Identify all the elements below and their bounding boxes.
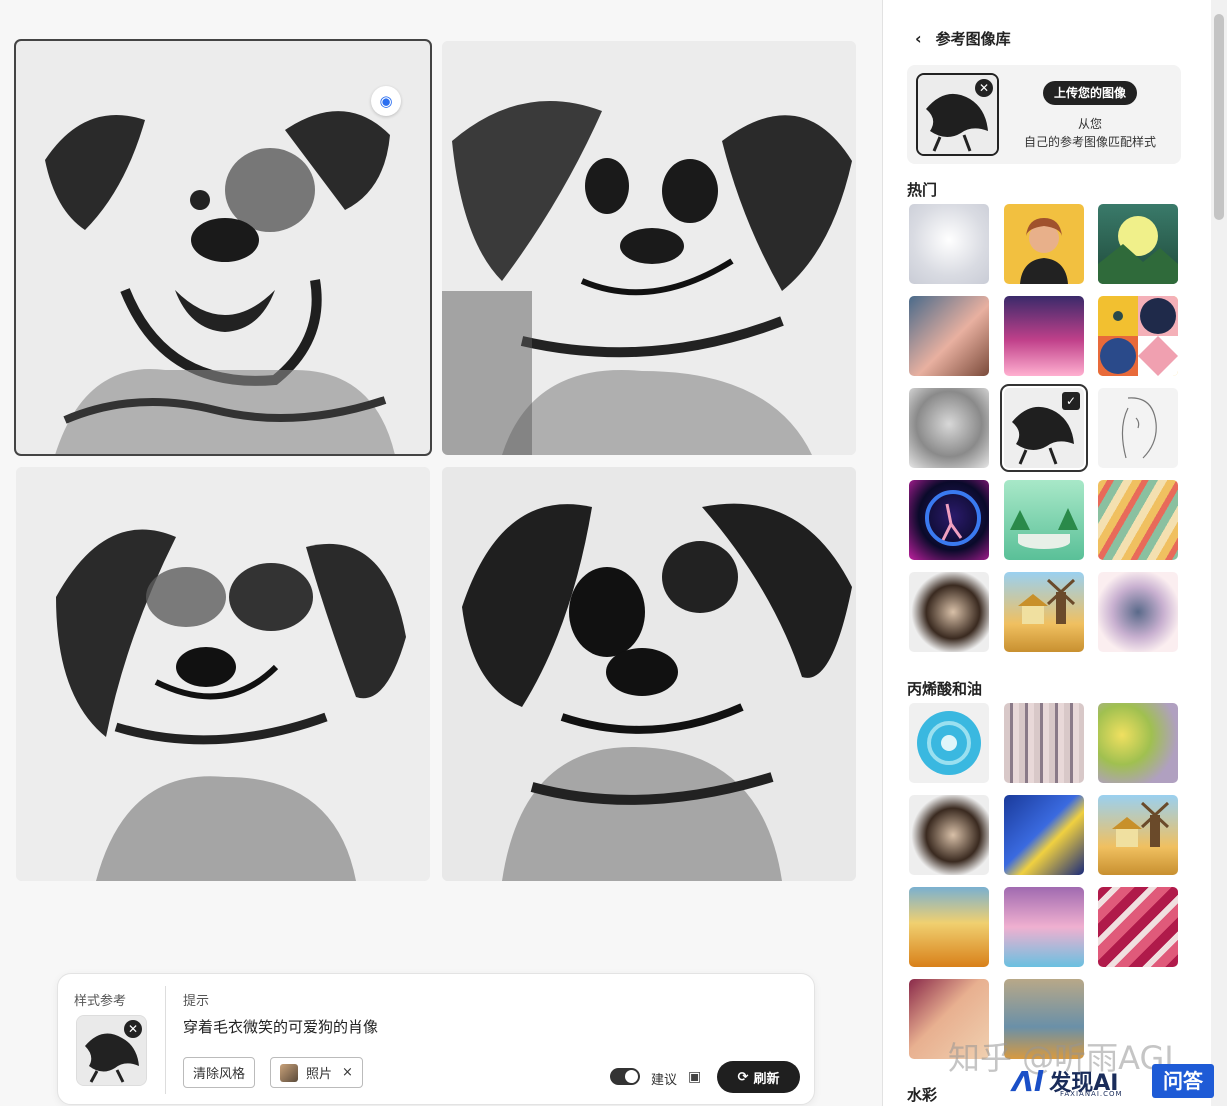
reference-gallery-panel: ‹ 参考图像库 ✕ 上传您的图像 从您 自己的参考图像匹配样式 热门 ✓ 丙烯酸… <box>882 0 1227 1106</box>
avatar-illustration <box>1020 218 1068 284</box>
panel-header: ‹ 参考图像库 <box>915 28 1011 49</box>
scan-target-icon[interactable]: ◉ <box>371 86 401 116</box>
selected-check-icon: ✓ <box>1062 392 1080 410</box>
photo-chip-close-icon[interactable]: × <box>342 1065 353 1080</box>
style-ref-thumbnail[interactable]: ✕ <box>76 1015 147 1086</box>
refresh-icon: ⟳ <box>737 1069 749 1085</box>
ai-logo-icon: Λl <box>1012 1064 1044 1098</box>
suggest-toggle[interactable] <box>610 1068 640 1085</box>
gallery-item-flowers-oil[interactable] <box>1098 703 1178 783</box>
gallery-item-windmill[interactable] <box>1004 572 1084 652</box>
photo-chip[interactable]: 照片 × <box>270 1057 363 1088</box>
section-title-watercolor: 水彩 <box>907 1086 938 1104</box>
section-title-acrylic-oil: 丙烯酸和油 <box>907 680 983 698</box>
suggest-label: 建议 <box>651 1073 678 1088</box>
geometric-illustration <box>1098 296 1178 376</box>
result-tile-2[interactable] <box>442 41 856 455</box>
gallery-item-neon-dancer[interactable] <box>909 480 989 560</box>
gallery-item-city-blur[interactable] <box>1004 703 1084 783</box>
dog-ink-painting-2 <box>442 41 856 455</box>
brand-sub-text: FAXIANAI.COM <box>1060 1090 1123 1098</box>
refresh-button[interactable]: ⟳ 刷新 <box>717 1061 800 1093</box>
gallery-item-bust-sketch[interactable] <box>909 388 989 468</box>
gallery-item-wavy-pattern[interactable] <box>1098 480 1178 560</box>
dog-ink-painting-1 <box>15 40 431 455</box>
prompt-label: 提示 <box>183 994 210 1009</box>
gallery-item-blue-swirl[interactable] <box>909 703 989 783</box>
result-tile-3[interactable] <box>16 467 430 881</box>
gallery-item-woman-sketch-2[interactable] <box>909 795 989 875</box>
upload-card: ✕ 上传您的图像 从您 自己的参考图像匹配样式 <box>907 65 1181 164</box>
gallery-item-blue-abstract[interactable] <box>1004 795 1084 875</box>
settings-monitor-icon[interactable]: ▣ <box>688 1069 701 1085</box>
gallery-item-woman-sketch[interactable] <box>909 572 989 652</box>
upload-desc-line2: 自己的参考图像匹配样式 <box>1023 135 1156 149</box>
clear-style-label: 清除风格 <box>193 1067 246 1082</box>
refresh-label: 刷新 <box>753 1071 780 1087</box>
panel-title: 参考图像库 <box>935 30 1011 48</box>
qa-badge: 问答 <box>1152 1064 1214 1098</box>
faxianai-logo: Λl 发现AI FAXIANAI.COM <box>1012 1062 1122 1100</box>
gallery-item-windmill-2[interactable] <box>1098 795 1178 875</box>
landscape-illustration <box>1098 216 1178 284</box>
windmill-illustration <box>1018 578 1076 624</box>
gallery-item-horse-ink[interactable]: ✓ <box>1000 384 1088 472</box>
photo-chip-label: 照片 <box>306 1067 333 1082</box>
section-title-popular: 热门 <box>907 181 938 199</box>
result-tile-1[interactable]: ◉ <box>14 39 432 456</box>
gallery-item-3d-avatar[interactable] <box>1004 204 1084 284</box>
panel-scrollbar[interactable] <box>1211 0 1227 1106</box>
windmill-illustration <box>1112 801 1170 847</box>
result-tile-4[interactable] <box>442 467 856 881</box>
gallery-item-field-oil[interactable] <box>909 887 989 967</box>
gallery-item-3d-podium[interactable] <box>1004 480 1084 560</box>
remove-upload-icon[interactable]: ✕ <box>975 79 993 97</box>
photo-chip-icon <box>280 1063 298 1082</box>
swirl-illustration <box>917 711 981 775</box>
upload-desc-line1: 从您 <box>1077 117 1102 131</box>
style-ref-label: 样式参考 <box>74 994 127 1009</box>
remove-style-ref-icon[interactable]: ✕ <box>124 1020 142 1038</box>
neon-ring-illustration <box>925 490 981 546</box>
dog-ink-painting-3 <box>16 467 430 881</box>
results-grid: ◉ 样式参考 ✕ 提示 穿着毛衣微笑的可爱狗的肖像 清除风格 照片 × 建议 ▣… <box>0 0 882 1106</box>
gallery-item-line-portrait[interactable] <box>1098 388 1178 468</box>
gallery-item-sun-landscape[interactable] <box>1098 204 1178 284</box>
line-portrait-illustration <box>1121 397 1157 459</box>
gallery-item-red-waves[interactable] <box>1098 887 1178 967</box>
dog-ink-painting-4 <box>442 467 856 881</box>
upload-image-button[interactable]: 上传您的图像 <box>1043 81 1138 105</box>
gallery-item-girl-photo[interactable] <box>909 296 989 376</box>
divider <box>165 986 166 1094</box>
prompt-input[interactable]: 穿着毛衣微笑的可爱狗的肖像 <box>183 1016 378 1037</box>
gallery-item-rose-paper[interactable] <box>909 204 989 284</box>
podium-illustration <box>1010 508 1078 549</box>
prompt-panel: 样式参考 ✕ 提示 穿着毛衣微笑的可爱狗的肖像 清除风格 照片 × 建议 ▣ ⟳… <box>57 973 815 1105</box>
gallery-item-train-watercolor[interactable] <box>1098 572 1178 652</box>
clear-style-button[interactable]: 清除风格 <box>183 1057 256 1088</box>
gallery-item-geometric[interactable] <box>1098 296 1178 376</box>
gallery-item-hands-pink[interactable] <box>1004 887 1084 967</box>
gallery-item-clouds[interactable] <box>1004 296 1084 376</box>
scrollbar-thumb[interactable] <box>1214 14 1224 220</box>
back-chevron-icon[interactable]: ‹ <box>915 29 922 48</box>
